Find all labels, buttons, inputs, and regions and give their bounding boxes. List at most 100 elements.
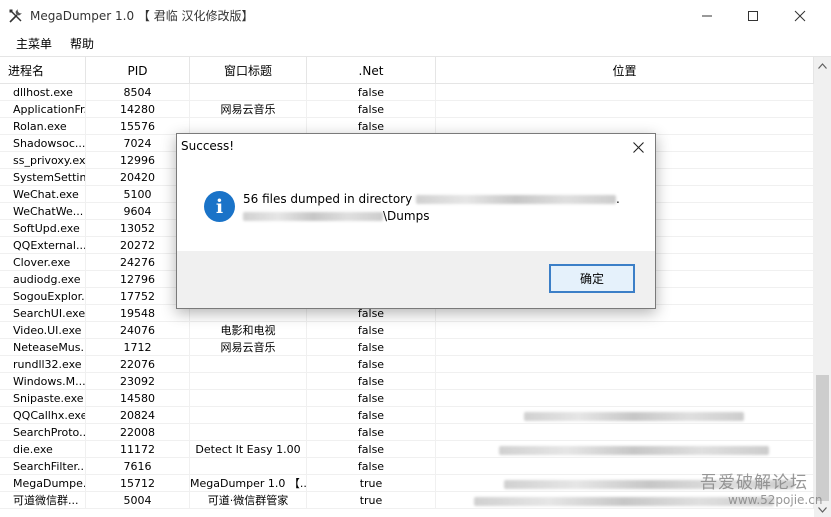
table-row[interactable]: 可道微信群... 5004 可道·微信群管家 true — [0, 492, 814, 509]
pid-cell: 12996 — [86, 152, 190, 169]
location-cell — [436, 424, 814, 441]
menu-main[interactable]: 主菜单 — [7, 32, 61, 55]
pid-cell: 20420 — [86, 169, 190, 186]
dotnet-cell: false — [307, 339, 436, 356]
table-row[interactable]: ApplicationFr... 14280 网易云音乐 false — [0, 101, 814, 118]
pid-cell: 5004 — [86, 492, 190, 509]
column-header-window-title[interactable]: 窗口标题 — [190, 57, 307, 84]
scroll-up-button[interactable] — [814, 57, 831, 74]
pid-cell: 20272 — [86, 237, 190, 254]
window-title-cell — [190, 84, 307, 101]
redacted-path — [524, 411, 744, 421]
process-name-cell: die.exe — [0, 441, 86, 458]
pid-cell: 5100 — [86, 186, 190, 203]
title-bar: MegaDumper 1.0 【 君临 汉化修改版】 — [0, 0, 831, 31]
vertical-scrollbar[interactable] — [814, 57, 831, 517]
table-row[interactable]: SearchProto... 22008 false — [0, 424, 814, 441]
process-name-cell: SearchFilter... — [0, 458, 86, 475]
pid-cell: 13052 — [86, 220, 190, 237]
process-name-cell: rundll32.exe — [0, 356, 86, 373]
info-icon: i — [204, 191, 235, 222]
table-row[interactable]: Windows.M... 23092 false — [0, 373, 814, 390]
window-title-cell: 网易云音乐 — [190, 101, 307, 118]
menu-help[interactable]: 帮助 — [61, 32, 103, 55]
window-title-cell — [190, 390, 307, 407]
process-name-cell: SearchProto... — [0, 424, 86, 441]
dialog-title: Success! — [181, 139, 235, 153]
chevron-down-icon — [818, 506, 827, 513]
process-name-cell: Rolan.exe — [0, 118, 86, 135]
location-cell — [436, 101, 814, 118]
dotnet-cell: false — [307, 322, 436, 339]
dialog-close-button[interactable] — [623, 134, 653, 160]
table-row[interactable]: dllhost.exe 8504 false — [0, 84, 814, 101]
window-title-cell — [190, 458, 307, 475]
table-row[interactable]: die.exe 11172 Detect It Easy 1.00 false — [0, 441, 814, 458]
window-title-cell — [190, 424, 307, 441]
location-cell — [436, 492, 814, 509]
location-cell — [436, 84, 814, 101]
window-title-cell — [190, 373, 307, 390]
process-name-cell: QQExternal.... — [0, 237, 86, 254]
table-row[interactable]: Snipaste.exe 14580 false — [0, 390, 814, 407]
pid-cell: 12796 — [86, 271, 190, 288]
window-title-cell: 可道·微信群管家 — [190, 492, 307, 509]
dotnet-cell: false — [307, 356, 436, 373]
pid-cell: 20824 — [86, 407, 190, 424]
process-name-cell: NeteaseMus... — [0, 339, 86, 356]
process-name-cell: Video.UI.exe — [0, 322, 86, 339]
scroll-down-button[interactable] — [814, 501, 831, 517]
pid-cell: 22076 — [86, 356, 190, 373]
dotnet-cell: false — [307, 407, 436, 424]
pid-cell: 9604 — [86, 203, 190, 220]
dotnet-cell: true — [307, 475, 436, 492]
process-name-cell: SystemSettin... — [0, 169, 86, 186]
process-name-cell: MegaDumpe... — [0, 475, 86, 492]
table-row[interactable]: NeteaseMus... 1712 网易云音乐 false — [0, 339, 814, 356]
column-header-location[interactable]: 位置 — [436, 57, 814, 84]
column-header-name[interactable]: 进程名 — [0, 57, 86, 84]
table-header: 进程名 PID 窗口标题 .Net 位置 — [0, 57, 814, 84]
pid-cell: 23092 — [86, 373, 190, 390]
pid-cell: 19548 — [86, 305, 190, 322]
redacted-path — [416, 195, 617, 204]
process-name-cell: Clover.exe — [0, 254, 86, 271]
dotnet-cell: false — [307, 390, 436, 407]
table-row[interactable]: Video.UI.exe 24076 电影和电视 false — [0, 322, 814, 339]
table-row[interactable]: MegaDumpe... 15712 MegaDumper 1.0 【... true — [0, 475, 814, 492]
process-name-cell: Shadowsoc... — [0, 135, 86, 152]
process-name-cell: SoftUpd.exe — [0, 220, 86, 237]
location-cell — [436, 475, 814, 492]
dotnet-cell: false — [307, 84, 436, 101]
pid-cell: 7024 — [86, 135, 190, 152]
table-row[interactable]: rundll32.exe 22076 false — [0, 356, 814, 373]
process-name-cell: ApplicationFr... — [0, 101, 86, 118]
process-name-cell: SogouExplor... — [0, 288, 86, 305]
window-title-cell: 网易云音乐 — [190, 339, 307, 356]
pid-cell: 11172 — [86, 441, 190, 458]
ok-button[interactable]: 确定 — [549, 264, 635, 293]
pid-cell: 15576 — [86, 118, 190, 135]
window-title: MegaDumper 1.0 【 君临 汉化修改版】 — [30, 9, 254, 23]
column-header-dotnet[interactable]: .Net — [307, 57, 436, 84]
maximize-button[interactable] — [730, 0, 776, 31]
minimize-icon — [702, 15, 712, 16]
pid-cell: 14580 — [86, 390, 190, 407]
process-name-cell: 可道微信群... — [0, 492, 86, 509]
dialog-message-suffix: Dumps — [387, 209, 430, 223]
tools-icon — [9, 8, 22, 23]
table-row[interactable]: SearchFilter... 7616 false — [0, 458, 814, 475]
process-name-cell: Snipaste.exe — [0, 390, 86, 407]
close-icon — [794, 10, 806, 21]
process-name-cell: WeChatWe... — [0, 203, 86, 220]
pid-cell: 24276 — [86, 254, 190, 271]
minimize-button[interactable] — [684, 0, 730, 31]
dotnet-cell: false — [307, 458, 436, 475]
table-row[interactable]: QQCallhx.exe 20824 false — [0, 407, 814, 424]
column-header-pid[interactable]: PID — [86, 57, 190, 84]
process-name-cell: ss_privoxy.exe — [0, 152, 86, 169]
dotnet-cell: false — [307, 441, 436, 458]
close-button[interactable] — [777, 0, 823, 31]
location-cell — [436, 356, 814, 373]
scrollbar-thumb[interactable] — [816, 375, 829, 501]
